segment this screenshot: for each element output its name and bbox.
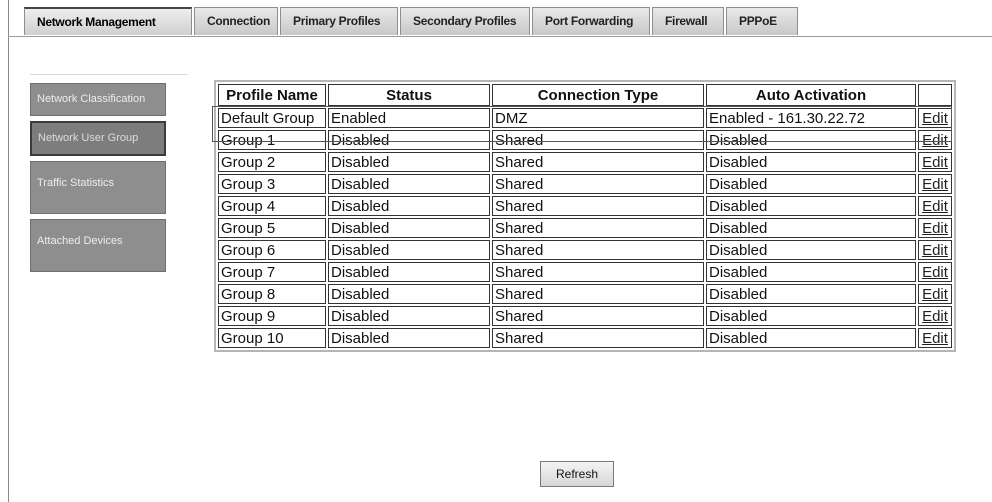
edit-link[interactable]: Edit xyxy=(918,152,952,172)
status-cell: Disabled xyxy=(328,262,490,282)
header-status: Status xyxy=(328,84,490,106)
page-frame-left-border xyxy=(8,0,9,502)
top-tab-bar: Network Management Connection Primary Pr… xyxy=(24,7,800,37)
edit-link[interactable]: Edit xyxy=(918,328,952,348)
table-row: Group 2 Disabled Shared Disabled Edit xyxy=(218,152,952,172)
auto-activation-cell: Disabled xyxy=(706,262,916,282)
status-cell: Disabled xyxy=(328,130,490,150)
connection-type-cell: Shared xyxy=(492,152,704,172)
header-edit xyxy=(918,84,952,106)
profile-name-cell: Group 10 xyxy=(218,328,326,348)
profile-name-cell: Group 5 xyxy=(218,218,326,238)
header-connection-type: Connection Type xyxy=(492,84,704,106)
connection-type-cell: Shared xyxy=(492,174,704,194)
table-row: Group 6 Disabled Shared Disabled Edit xyxy=(218,240,952,260)
profile-name-cell: Group 2 xyxy=(218,152,326,172)
sidenav-item-network-classification[interactable]: Network Classification xyxy=(30,83,166,116)
sidenav-item-traffic-statistics[interactable]: Traffic Statistics xyxy=(30,161,166,214)
profile-name-cell: Group 3 xyxy=(218,174,326,194)
table-row: Group 10 Disabled Shared Disabled Edit xyxy=(218,328,952,348)
auto-activation-cell: Disabled xyxy=(706,218,916,238)
tab-port-forwarding[interactable]: Port Forwarding xyxy=(532,7,650,35)
auto-activation-cell: Disabled xyxy=(706,174,916,194)
header-auto-activation: Auto Activation xyxy=(706,84,916,106)
connection-type-cell: Shared xyxy=(492,328,704,348)
edit-link[interactable]: Edit xyxy=(918,262,952,282)
tab-firewall[interactable]: Firewall xyxy=(652,7,724,35)
auto-activation-cell: Disabled xyxy=(706,196,916,216)
auto-activation-cell: Disabled xyxy=(706,306,916,326)
table-row: Group 3 Disabled Shared Disabled Edit xyxy=(218,174,952,194)
tab-primary-profiles[interactable]: Primary Profiles xyxy=(280,7,398,35)
header-profile-name: Profile Name xyxy=(218,84,326,106)
sidenav-item-network-user-group[interactable]: Network User Group xyxy=(30,121,166,156)
tab-pppoe[interactable]: PPPoE xyxy=(726,7,798,35)
edit-link[interactable]: Edit xyxy=(918,306,952,326)
group-profiles-table: Profile Name Status Connection Type Auto… xyxy=(214,80,956,352)
connection-type-cell: Shared xyxy=(492,240,704,260)
auto-activation-cell: Disabled xyxy=(706,328,916,348)
edit-link[interactable]: Edit xyxy=(918,130,952,150)
connection-type-cell: Shared xyxy=(492,306,704,326)
sidenav-divider xyxy=(30,74,188,75)
status-cell: Disabled xyxy=(328,196,490,216)
status-cell: Disabled xyxy=(328,328,490,348)
table-header-row: Profile Name Status Connection Type Auto… xyxy=(218,84,952,106)
tab-network-management[interactable]: Network Management xyxy=(24,7,192,35)
status-cell: Disabled xyxy=(328,306,490,326)
edit-link[interactable]: Edit xyxy=(918,174,952,194)
side-navigation: Network Classification Network User Grou… xyxy=(30,74,188,277)
profile-name-cell: Group 9 xyxy=(218,306,326,326)
status-cell: Disabled xyxy=(328,284,490,304)
table-row: Group 7 Disabled Shared Disabled Edit xyxy=(218,262,952,282)
auto-activation-cell: Disabled xyxy=(706,130,916,150)
profile-name-cell: Group 6 xyxy=(218,240,326,260)
edit-link[interactable]: Edit xyxy=(918,196,952,216)
connection-type-cell: Shared xyxy=(492,130,704,150)
table-row: Group 9 Disabled Shared Disabled Edit xyxy=(218,306,952,326)
table-row: Group 5 Disabled Shared Disabled Edit xyxy=(218,218,952,238)
connection-type-cell: Shared xyxy=(492,284,704,304)
table-row: Group 4 Disabled Shared Disabled Edit xyxy=(218,196,952,216)
status-cell: Enabled xyxy=(328,108,490,128)
auto-activation-cell: Disabled xyxy=(706,240,916,260)
tab-connection[interactable]: Connection xyxy=(194,7,278,35)
profile-name-cell: Group 7 xyxy=(218,262,326,282)
table-row: Default Group Enabled DMZ Enabled - 161.30.… xyxy=(218,108,952,128)
refresh-button[interactable]: Refresh xyxy=(540,461,614,487)
table-row: Group 1 Disabled Shared Disabled Edit xyxy=(218,130,952,150)
profile-name-cell: Group 8 xyxy=(218,284,326,304)
edit-link[interactable]: Edit xyxy=(918,240,952,260)
connection-type-cell: DMZ xyxy=(492,108,704,128)
status-cell: Disabled xyxy=(328,218,490,238)
status-cell: Disabled xyxy=(328,152,490,172)
profile-name-cell: Group 4 xyxy=(218,196,326,216)
profile-name-cell: Default Group xyxy=(218,108,326,128)
profile-name-cell: Group 1 xyxy=(218,130,326,150)
edit-link[interactable]: Edit xyxy=(918,284,952,304)
sidenav-item-attached-devices[interactable]: Attached Devices xyxy=(30,219,166,272)
status-cell: Disabled xyxy=(328,174,490,194)
auto-activation-cell: Disabled xyxy=(706,152,916,172)
auto-activation-cell: Enabled - 161.30.22.72 xyxy=(706,108,916,128)
connection-type-cell: Shared xyxy=(492,218,704,238)
connection-type-cell: Shared xyxy=(492,262,704,282)
connection-type-cell: Shared xyxy=(492,196,704,216)
auto-activation-cell: Disabled xyxy=(706,284,916,304)
edit-link[interactable]: Edit xyxy=(918,218,952,238)
tab-secondary-profiles[interactable]: Secondary Profiles xyxy=(400,7,530,35)
table-row: Group 8 Disabled Shared Disabled Edit xyxy=(218,284,952,304)
group-profiles-table-container: Profile Name Status Connection Type Auto… xyxy=(214,80,956,352)
edit-link[interactable]: Edit xyxy=(918,108,952,128)
status-cell: Disabled xyxy=(328,240,490,260)
